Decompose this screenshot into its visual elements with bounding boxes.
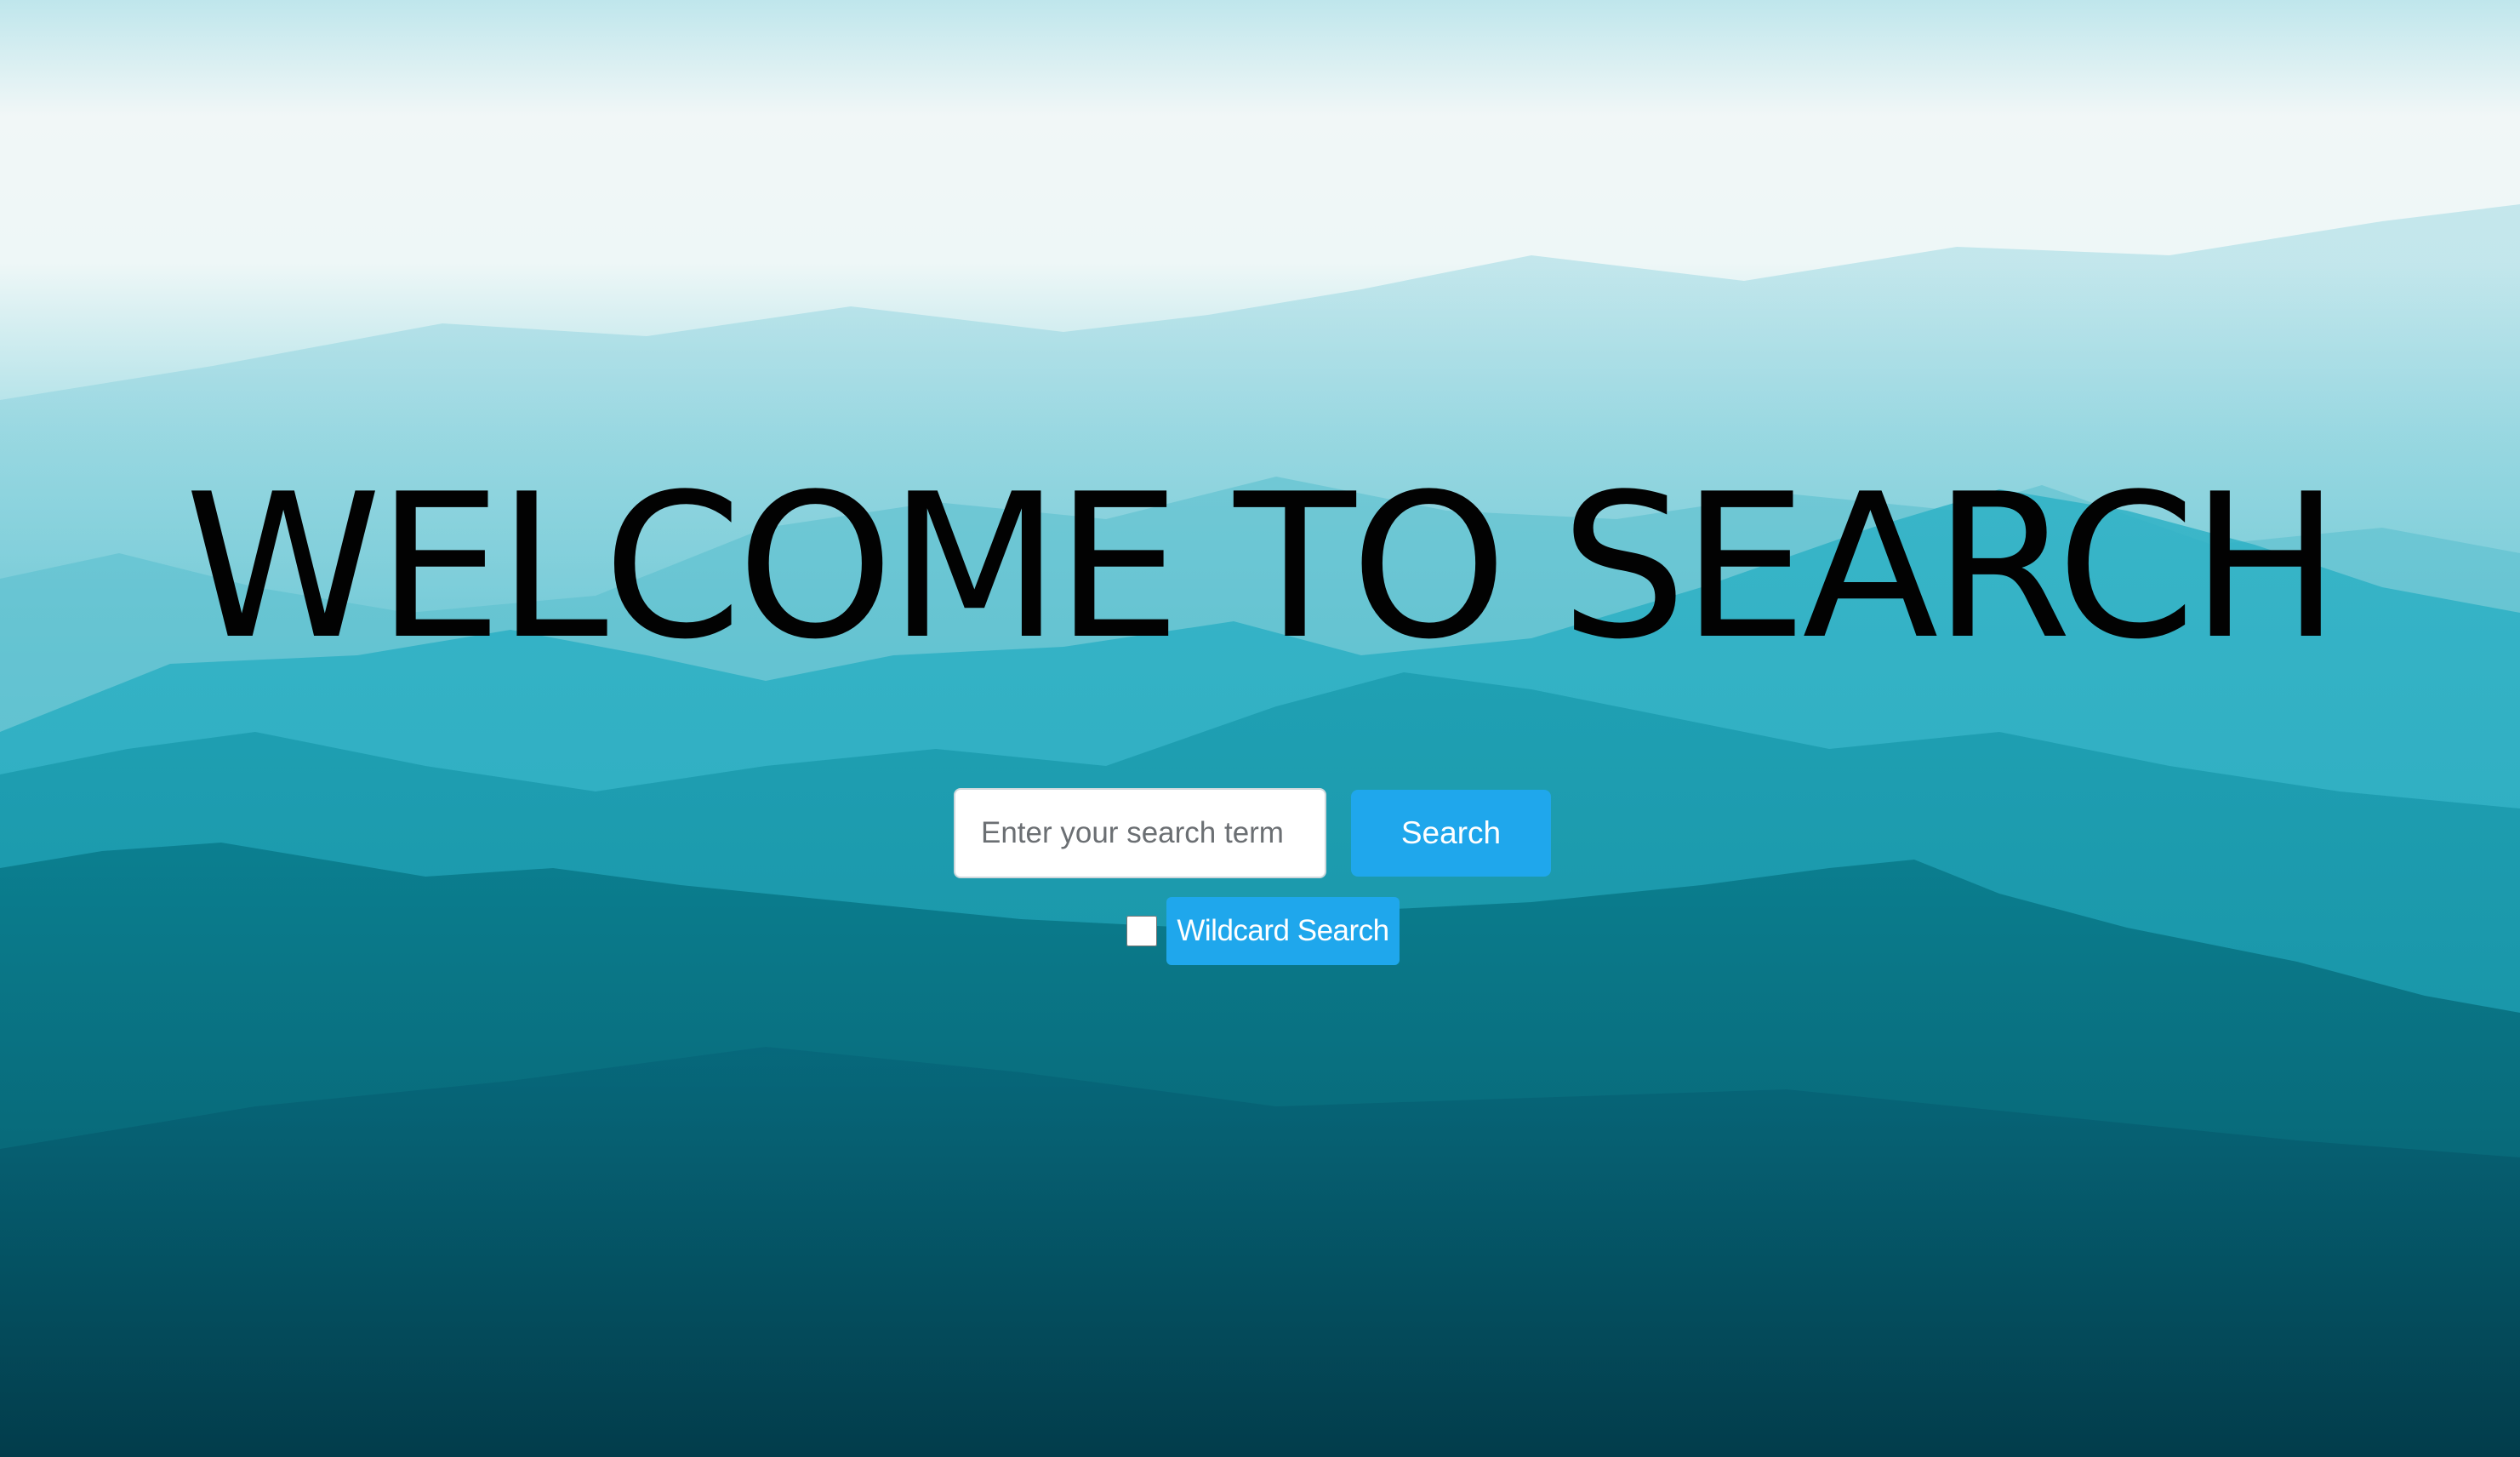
wildcard-search-button[interactable]: Wildcard Search xyxy=(1166,897,1400,965)
page-title: WELCOME TO SEARCH xyxy=(185,452,2340,683)
search-button[interactable]: Search xyxy=(1351,790,1551,877)
mountain-background-image xyxy=(0,0,2520,1457)
wildcard-checkbox[interactable] xyxy=(1126,916,1157,946)
search-input[interactable] xyxy=(954,788,1326,878)
